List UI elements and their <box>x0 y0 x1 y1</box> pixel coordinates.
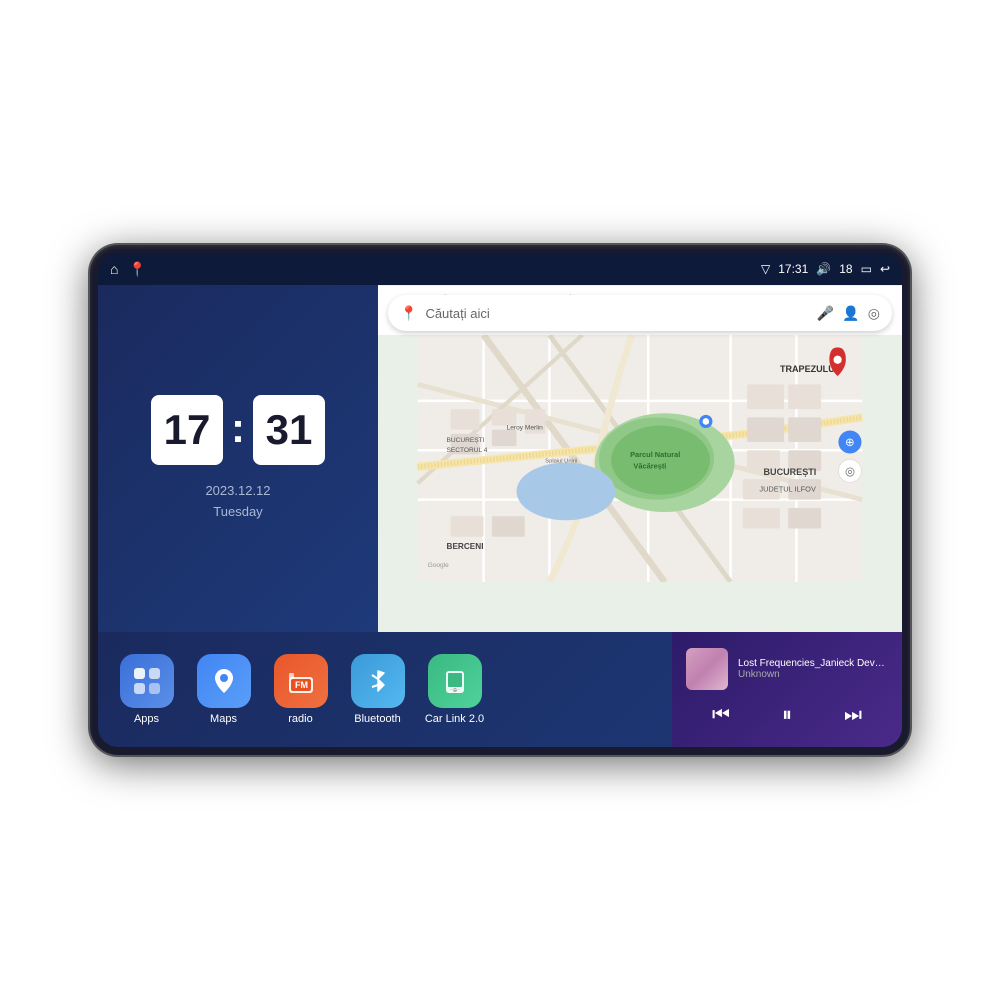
signal-bars: 18 <box>839 262 852 276</box>
bluetooth-icon-img <box>351 654 405 708</box>
music-prev-button[interactable]: ⏮ <box>704 700 738 731</box>
svg-text:BERCENI: BERCENI <box>447 542 484 551</box>
music-info: Lost Frequencies_Janieck Devy-... Unknow… <box>686 648 888 690</box>
status-left: ⌂ 📍 <box>110 261 146 278</box>
mic-icon[interactable]: 🎤 <box>817 305 834 322</box>
status-right: ▽ 17:31 🔊 18 ▭ ↩ <box>761 262 890 276</box>
svg-text:Splaiul Unirii: Splaiul Unirii <box>545 459 577 465</box>
bluetooth-label: Bluetooth <box>354 713 400 725</box>
svg-text:Google: Google <box>428 562 450 569</box>
svg-text:Văcărești: Văcărești <box>633 461 666 470</box>
radio-icon-img: FM <box>274 654 328 708</box>
clock-date-value: 2023.12.12 <box>205 481 270 502</box>
home-icon[interactable]: ⌂ <box>110 261 118 277</box>
device-body: ⌂ 📍 ▽ 17:31 🔊 18 ▭ ↩ 17 : <box>90 245 910 755</box>
status-bar: ⌂ 📍 ▽ 17:31 🔊 18 ▭ ↩ <box>98 253 902 285</box>
clock-date: 2023.12.12 Tuesday <box>205 481 270 523</box>
map-search-bar[interactable]: 📍 Căutați aici 🎤 👤 ◎ <box>388 295 892 331</box>
location-icon[interactable]: 📍 <box>128 261 145 278</box>
top-section: 17 : 31 2023.12.12 Tuesday 📍 Căutați aic… <box>98 285 902 632</box>
clock-hour: 17 <box>151 395 223 465</box>
music-play-button[interactable]: ⏸ <box>774 700 800 731</box>
apps-label: Apps <box>134 713 159 725</box>
music-thumb-art <box>686 648 728 690</box>
clock-panel: 17 : 31 2023.12.12 Tuesday <box>98 285 378 632</box>
maps-logo-icon: 📍 <box>400 305 417 322</box>
svg-text:Parcul Natural: Parcul Natural <box>630 450 680 459</box>
nav-signal-icon: ▽ <box>761 262 770 276</box>
svg-text:BUCUREȘTI: BUCUREȘTI <box>447 437 485 444</box>
maps-label: Maps <box>210 713 237 725</box>
apps-icon-img <box>120 654 174 708</box>
music-artist: Unknown <box>738 669 888 680</box>
time-display: 17:31 <box>778 262 808 276</box>
volume-icon: 🔊 <box>816 262 831 276</box>
app-icon-apps[interactable]: Apps <box>114 654 179 725</box>
carlink-label: Car Link 2.0 <box>425 713 484 725</box>
clock-colon: : <box>231 404 245 452</box>
music-title: Lost Frequencies_Janieck Devy-... <box>738 658 888 669</box>
map-panel: 📍 Căutați aici 🎤 👤 ◎ <box>378 285 902 632</box>
map-canvas: TRAPEZULUI BUCUREȘTI JUDEȚUL ILFOV BERCE… <box>378 335 902 582</box>
svg-text:Leroy Merlin: Leroy Merlin <box>507 425 544 432</box>
music-controls: ⏮ ⏸ ⏭ <box>686 700 888 731</box>
svg-text:SECTORUL 4: SECTORUL 4 <box>447 447 488 454</box>
map-svg: TRAPEZULUI BUCUREȘTI JUDEȚUL ILFOV BERCE… <box>378 335 902 582</box>
music-thumbnail <box>686 648 728 690</box>
apps-row: Apps Maps <box>98 632 672 747</box>
app-icon-bluetooth[interactable]: Bluetooth <box>345 654 410 725</box>
main-area: 17 : 31 2023.12.12 Tuesday 📍 Căutați aic… <box>98 285 902 747</box>
app-icon-radio[interactable]: FM radio <box>268 654 333 725</box>
map-search-actions: 🎤 👤 ◎ <box>817 305 880 322</box>
svg-text:JUDEȚUL ILFOV: JUDEȚUL ILFOV <box>759 484 816 493</box>
radio-label: radio <box>288 713 312 725</box>
clock-day-value: Tuesday <box>205 502 270 523</box>
svg-text:FM: FM <box>295 680 308 690</box>
svg-text:TRAPEZULUI: TRAPEZULUI <box>780 364 837 374</box>
screen: ⌂ 📍 ▽ 17:31 🔊 18 ▭ ↩ 17 : <box>98 253 902 747</box>
back-icon[interactable]: ↩ <box>880 262 890 276</box>
account-icon[interactable]: 👤 <box>842 305 859 322</box>
app-icon-carlink[interactable]: Car Link 2.0 <box>422 654 487 725</box>
clock-display: 17 : 31 <box>151 395 325 465</box>
battery-icon: ▭ <box>861 262 872 276</box>
maps-icon-img <box>197 654 251 708</box>
music-next-button[interactable]: ⏭ <box>836 700 870 731</box>
svg-text:BUCUREȘTI: BUCUREȘTI <box>764 467 817 477</box>
carlink-icon-img <box>428 654 482 708</box>
layers-icon[interactable]: ◎ <box>868 305 880 322</box>
bottom-section: Apps Maps <box>98 632 902 747</box>
music-text: Lost Frequencies_Janieck Devy-... Unknow… <box>738 658 888 680</box>
app-icon-maps[interactable]: Maps <box>191 654 256 725</box>
clock-minute: 31 <box>253 395 325 465</box>
svg-text:⊕: ⊕ <box>845 437 855 449</box>
svg-text:◎: ◎ <box>845 466 855 478</box>
music-player: Lost Frequencies_Janieck Devy-... Unknow… <box>672 632 902 747</box>
map-search-placeholder: Căutați aici <box>425 306 808 321</box>
